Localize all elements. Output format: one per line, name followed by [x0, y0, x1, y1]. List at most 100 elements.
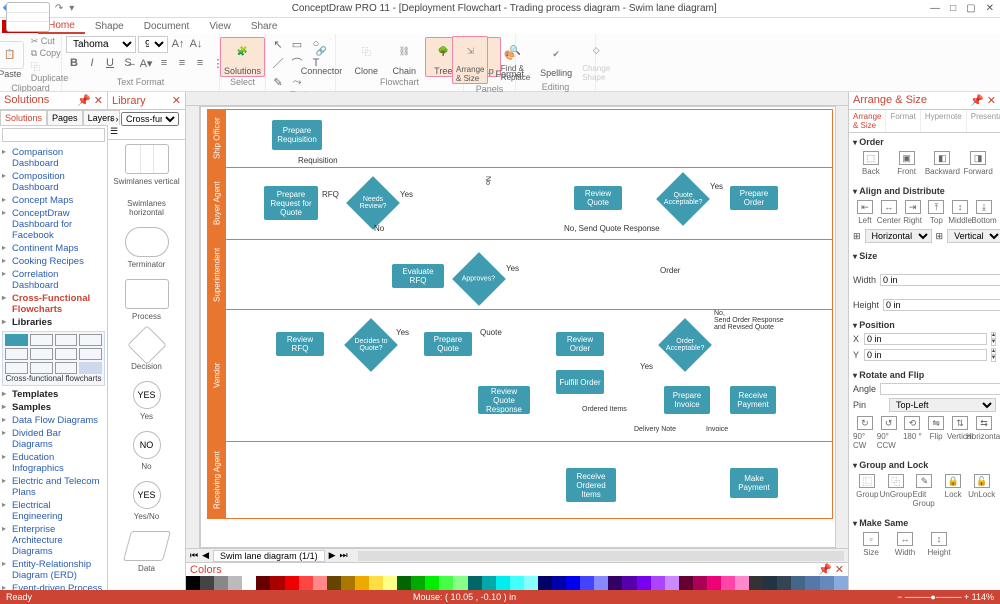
change-shape-button[interactable]: ◇Change Shape — [579, 36, 613, 82]
order-front[interactable]: ▣Front — [895, 151, 919, 176]
clone-button[interactable]: ⿻Clone — [349, 38, 383, 76]
same-size[interactable]: ▫Size — [859, 532, 883, 557]
color-swatch[interactable] — [411, 576, 425, 590]
node-evaluate-rfq[interactable]: Evaluate RFQ — [392, 264, 444, 288]
node-receive-payment[interactable]: Receive Payment — [730, 386, 776, 414]
color-swatch[interactable] — [763, 576, 777, 590]
pointer-tool-icon[interactable]: ↖ — [270, 36, 286, 52]
color-swatch[interactable] — [214, 576, 228, 590]
flip[interactable]: ⇋Flip — [924, 416, 948, 450]
library-shape[interactable]: Decision — [112, 331, 181, 371]
right-tab-hypernote[interactable]: Hypernote — [921, 110, 967, 132]
color-swatch[interactable] — [651, 576, 665, 590]
height-input[interactable] — [883, 299, 1000, 311]
font-size-select[interactable]: 9 — [138, 36, 168, 53]
connector-button[interactable]: 🔗Connector — [298, 38, 346, 76]
color-swatch[interactable] — [693, 576, 707, 590]
bold-icon[interactable]: B — [66, 55, 82, 71]
color-swatch[interactable] — [285, 576, 299, 590]
zoom-in[interactable]: + — [964, 592, 969, 602]
color-swatch[interactable] — [777, 576, 791, 590]
color-swatch[interactable] — [749, 576, 763, 590]
color-swatch[interactable] — [228, 576, 242, 590]
page-nav-prev[interactable]: ◀ — [202, 550, 209, 561]
solutions-tree[interactable]: Comparison Dashboard Composition Dashboa… — [0, 144, 107, 590]
order-forward[interactable]: ◨Forward — [966, 151, 990, 176]
color-swatch[interactable] — [834, 576, 848, 590]
menu-view[interactable]: View — [199, 20, 241, 33]
colors-close-icon[interactable]: 📌 ✕ — [818, 563, 844, 576]
chain-button[interactable]: ⛓Chain — [387, 38, 421, 76]
page-nav-next[interactable]: ▶ — [329, 550, 336, 561]
page-tab[interactable]: Swim lane diagram (1/1) — [213, 550, 325, 562]
qat-redo-icon[interactable]: ↷ — [55, 3, 63, 14]
solutions-tab[interactable]: Solutions — [0, 110, 47, 125]
page-nav-first[interactable]: ⏮ — [190, 550, 198, 561]
flip-horizontal[interactable]: ⇆Horizontal — [972, 416, 996, 450]
underline-icon[interactable]: U — [102, 55, 118, 71]
node-prepare-requisition[interactable]: Prepare Requisition — [272, 120, 322, 150]
rotate-ccw[interactable]: ↺90° CCW — [877, 416, 901, 450]
right-tab-presentation[interactable]: Presentation — [967, 110, 1000, 132]
color-swatch[interactable] — [468, 576, 482, 590]
color-swatch[interactable] — [665, 576, 679, 590]
solutions-button[interactable]: 🧩Solutions — [220, 37, 265, 77]
solutions-search-input[interactable] — [2, 128, 105, 142]
library-shape[interactable]: NONo — [112, 431, 181, 471]
paste-button[interactable]: 📋Paste — [0, 41, 27, 79]
node-order-acceptable[interactable]: Order Acceptable? — [666, 338, 705, 352]
same-height[interactable]: ↕Height — [927, 532, 951, 557]
node-prepare-quote[interactable]: Prepare Quote — [424, 332, 472, 356]
angle-input[interactable] — [880, 383, 1000, 395]
node-decides-quote[interactable]: Decides to Quote? — [352, 338, 390, 352]
order-backward[interactable]: ◧Backward — [930, 151, 954, 176]
color-swatch[interactable] — [383, 576, 397, 590]
color-swatch[interactable] — [805, 576, 819, 590]
library-dropdown[interactable]: Cross-funct... — [121, 112, 179, 126]
font-grow-icon[interactable]: A↑ — [170, 36, 186, 52]
pin-select[interactable]: Top-Left — [889, 398, 996, 412]
group-btn[interactable]: ⿺Group — [855, 474, 879, 508]
align-right-icon[interactable]: ≡ — [192, 55, 208, 71]
strike-icon[interactable]: S̶ — [120, 55, 136, 71]
color-swatch[interactable] — [200, 576, 214, 590]
align-bottom[interactable]: ⤓Bottom — [972, 200, 996, 225]
right-tab-format[interactable]: Format — [886, 110, 920, 132]
align-top[interactable]: ⤒Top — [925, 200, 949, 225]
distribute-v-select[interactable]: Vertical — [947, 229, 1000, 243]
color-swatch[interactable] — [270, 576, 284, 590]
panel-pin-icon[interactable]: 📌 ✕ — [77, 94, 103, 107]
color-swatch[interactable] — [707, 576, 721, 590]
color-swatch[interactable] — [594, 576, 608, 590]
align-left-icon[interactable]: ≡ — [156, 55, 172, 71]
spelling-button[interactable]: ✔Spelling — [537, 40, 575, 78]
zoom-out[interactable]: − — [897, 592, 902, 602]
edit-group-btn[interactable]: ✎Edit Group — [912, 474, 936, 508]
horizontal-scrollbar[interactable] — [358, 551, 844, 561]
restore-icon[interactable]: □ — [950, 3, 956, 14]
color-swatch[interactable] — [186, 576, 200, 590]
library-thumbnails[interactable]: Cross-functional flowcharts — [2, 331, 105, 386]
library-shape[interactable]: Data — [112, 531, 181, 573]
color-swatch[interactable] — [552, 576, 566, 590]
rotate-cw[interactable]: ↻90° CW — [853, 416, 877, 450]
qat-down-icon[interactable]: ▾ — [69, 3, 74, 14]
line-tool-icon[interactable]: ／ — [270, 55, 286, 71]
node-make-payment[interactable]: Make Payment — [730, 468, 778, 498]
library-shape[interactable]: Swimlanes horizontal — [112, 196, 181, 217]
node-prepare-invoice[interactable]: Prepare Invoice — [664, 386, 710, 414]
node-approves[interactable]: Approves? — [462, 276, 495, 283]
library-shape[interactable]: YESYes — [112, 381, 181, 421]
color-swatch[interactable] — [341, 576, 355, 590]
color-swatch[interactable] — [622, 576, 636, 590]
align-right[interactable]: ⇥Right — [901, 200, 925, 225]
library-shape[interactable]: YESYes/No — [112, 481, 181, 521]
font-shrink-icon[interactable]: A↓ — [188, 36, 204, 52]
color-swatch[interactable] — [820, 576, 834, 590]
color-swatch[interactable] — [256, 576, 270, 590]
lock-btn[interactable]: 🔒Lock — [941, 474, 965, 508]
color-swatch[interactable] — [496, 576, 510, 590]
same-width[interactable]: ↔Width — [893, 532, 917, 557]
y-input[interactable] — [864, 349, 987, 361]
menu-document[interactable]: Document — [134, 20, 200, 33]
